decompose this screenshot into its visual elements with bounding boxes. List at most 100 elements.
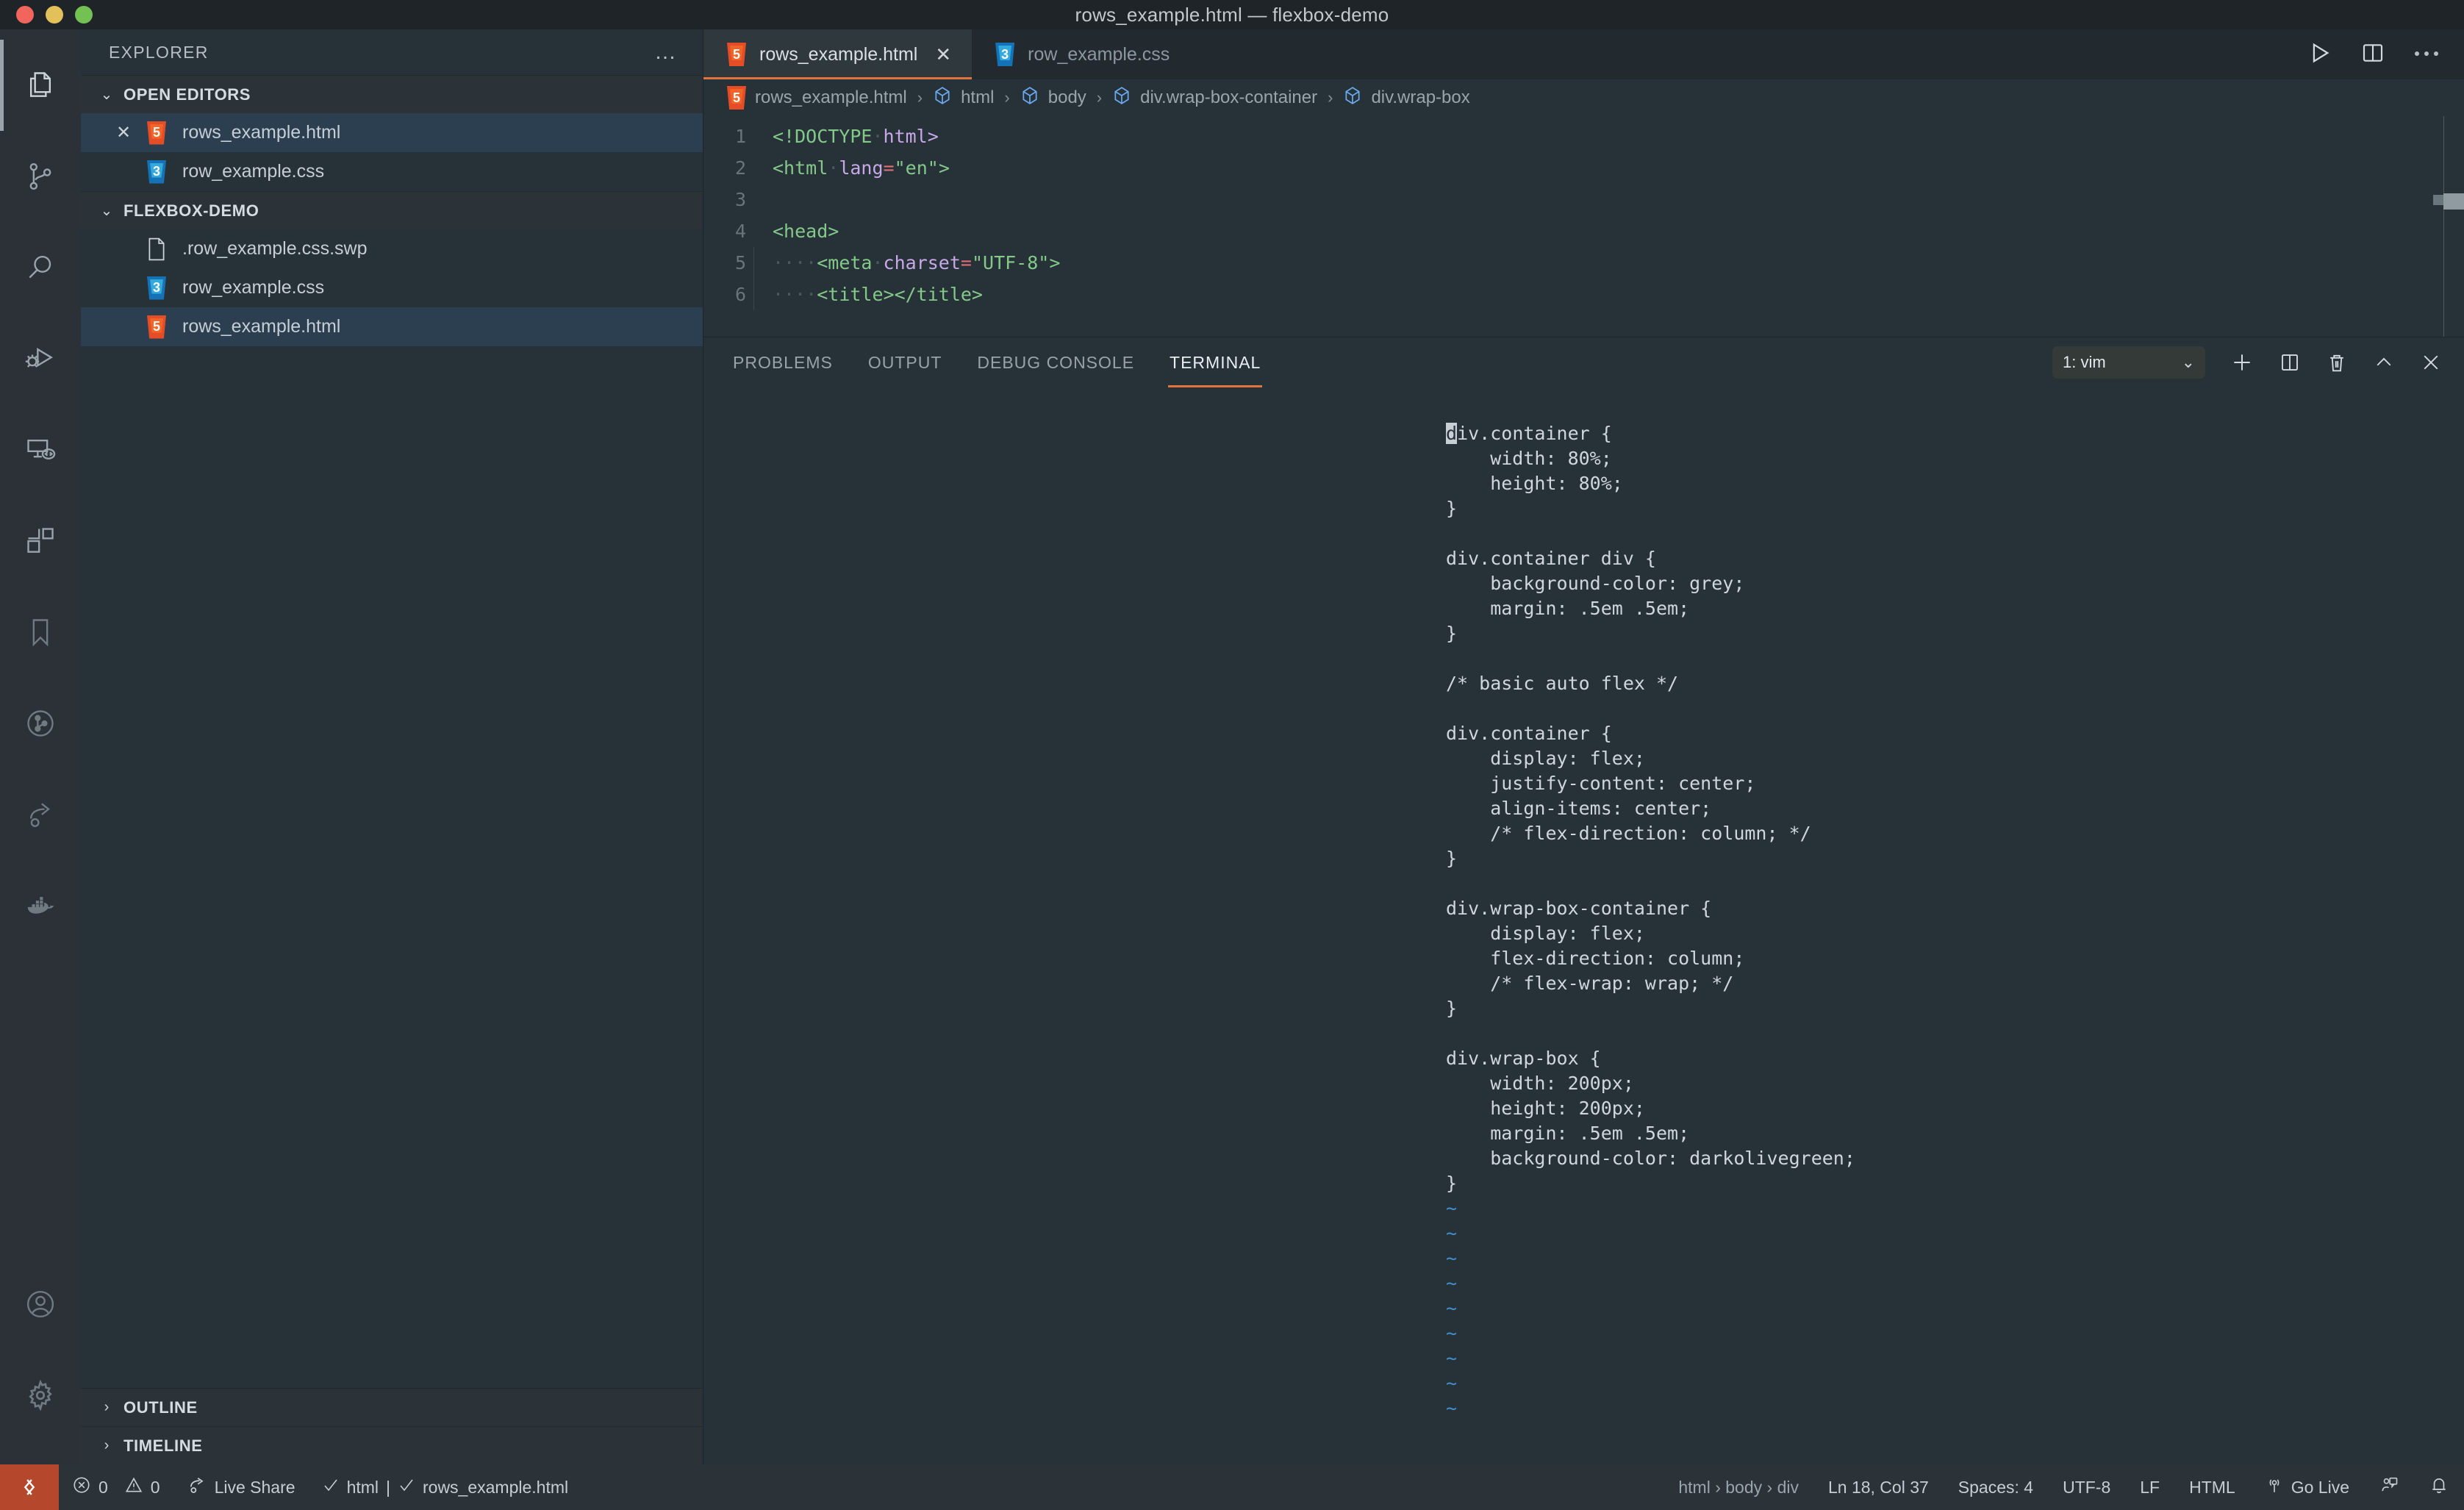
- remote-indicator-icon[interactable]: [0, 1464, 59, 1510]
- terminal-line: ~: [1446, 1398, 1458, 1419]
- breadcrumb-item-wrap-box-container[interactable]: div.wrap-box-container: [1112, 86, 1317, 110]
- editor-scrollbar[interactable]: [2433, 116, 2464, 337]
- ellipsis-icon[interactable]: [2414, 48, 2439, 61]
- activity-item-docker[interactable]: [0, 860, 81, 951]
- section-flexbox-demo[interactable]: ⌄ FLEXBOX-DEMO: [81, 191, 703, 229]
- activity-item-remote-explorer[interactable]: [0, 404, 81, 495]
- terminal-selector-dropdown[interactable]: 1: vim ⌄: [2052, 346, 2205, 379]
- terminal-line: ~: [1446, 1248, 1458, 1269]
- status-badge-problems[interactable]: 0 0: [59, 1464, 173, 1510]
- split-icon[interactable]: [2279, 351, 2301, 373]
- status-feedback[interactable]: [2364, 1464, 2414, 1510]
- list-item[interactable]: ✕ 5 rows_example.html: [81, 113, 703, 152]
- panel-tab-terminal[interactable]: TERMINAL: [1168, 337, 1263, 387]
- breadcrumb-item-body[interactable]: body: [1020, 86, 1086, 110]
- extensions-icon: [24, 525, 57, 557]
- list-item-label: row_example.css: [182, 277, 325, 298]
- terminal-line: }: [1446, 1173, 1458, 1194]
- scrollbar-thumb[interactable]: [2443, 193, 2464, 210]
- trash-icon[interactable]: [2326, 351, 2348, 373]
- section-open-editors[interactable]: ⌄ OPEN EDITORS: [81, 75, 703, 113]
- code-line: 6 ····<title></title>: [703, 279, 2464, 310]
- line-number: 6: [734, 284, 746, 305]
- panel-tab-debug-console[interactable]: DEBUG CONSOLE: [975, 337, 1136, 387]
- chevron-up-icon[interactable]: [2373, 351, 2395, 373]
- list-item-label: .row_example.css.swp: [182, 238, 368, 259]
- list-item[interactable]: 5 rows_example.html: [81, 307, 703, 346]
- terminal-line: width: 200px;: [1446, 1073, 1634, 1094]
- panel-tab-problems[interactable]: PROBLEMS: [731, 337, 834, 387]
- panel-tabs: PROBLEMS OUTPUT DEBUG CONSOLE TERMINAL: [731, 337, 1263, 387]
- activity-item-search[interactable]: [0, 222, 81, 313]
- bottom-panel: PROBLEMS OUTPUT DEBUG CONSOLE TERMINAL 1: v…: [703, 337, 2464, 1464]
- code-token: =: [883, 157, 895, 179]
- chevron-down-icon: ⌄: [100, 87, 113, 103]
- editor-actions: [2307, 29, 2464, 79]
- status-html-validation[interactable]: html | rows_example.html: [309, 1464, 582, 1510]
- status-live-share[interactable]: Live Share: [173, 1464, 309, 1510]
- activity-item-live-share[interactable]: [0, 769, 81, 860]
- activity-item-accounts[interactable]: [0, 1259, 81, 1350]
- status-notifications[interactable]: [2414, 1464, 2464, 1510]
- activity-item-explorer[interactable]: [0, 40, 81, 131]
- section-label: OPEN EDITORS: [123, 85, 251, 104]
- list-item-label: rows_example.html: [182, 316, 341, 337]
- section-outline[interactable]: › OUTLINE: [81, 1388, 703, 1426]
- breadcrumb-item-wrap-box[interactable]: div.wrap-box: [1343, 86, 1470, 110]
- list-item[interactable]: 3 row_example.css: [81, 152, 703, 191]
- activity-item-extensions[interactable]: [0, 495, 81, 587]
- list-item[interactable]: .row_example.css.swp: [81, 229, 703, 268]
- breadcrumb-item-html[interactable]: html: [933, 86, 994, 110]
- terminal-line: }: [1446, 848, 1458, 869]
- ellipsis-icon[interactable]: …: [654, 41, 678, 63]
- panel-tab-output[interactable]: OUTPUT: [867, 337, 944, 387]
- close-icon[interactable]: ✕: [935, 43, 951, 66]
- code-token: <head>: [773, 221, 839, 242]
- terminal-line: /* flex-wrap: wrap; */: [1446, 973, 1734, 994]
- breadcrumb-separator: ›: [917, 88, 923, 107]
- play-icon[interactable]: [2307, 40, 2332, 69]
- status-indentation[interactable]: Spaces: 4: [1944, 1464, 2048, 1510]
- status-eol[interactable]: LF: [2125, 1464, 2174, 1510]
- list-item[interactable]: 3 row_example.css: [81, 268, 703, 307]
- activity-item-bookmarks[interactable]: [0, 587, 81, 678]
- status-go-live[interactable]: Go Live: [2250, 1464, 2364, 1510]
- bookmark-icon: [24, 616, 57, 648]
- status-html-label: html: [346, 1477, 379, 1497]
- tab-row-example-css[interactable]: 3 row_example.css: [972, 29, 1190, 79]
- activity-item-git-graph[interactable]: [0, 678, 81, 769]
- tab-label: row_example.css: [1028, 43, 1170, 65]
- close-icon[interactable]: ✕: [107, 122, 140, 143]
- split-editor-icon[interactable]: [2361, 41, 2385, 68]
- activity-item-run-and-debug[interactable]: [0, 313, 81, 404]
- breadcrumb-separator: ›: [1004, 88, 1010, 107]
- status-encoding[interactable]: UTF-8: [2048, 1464, 2125, 1510]
- line-number: 2: [734, 157, 746, 179]
- terminal-line: ~: [1446, 1348, 1458, 1369]
- code-line: 2 <html·lang="en">: [703, 152, 2464, 184]
- terminal-output[interactable]: div.container { width: 80%; height: 80%;…: [703, 387, 2464, 1464]
- tab-bar: 5 rows_example.html ✕ 3 row_example.css: [703, 29, 2464, 79]
- section-timeline[interactable]: › TIMELINE: [81, 1426, 703, 1464]
- code-editor[interactable]: 1 <!DOCTYPE·html> 2 <html·lang="en"> 3 4 <head…: [703, 116, 2464, 337]
- activity-item-source-control[interactable]: [0, 131, 81, 222]
- terminal-line: ~: [1446, 1273, 1458, 1294]
- tab-rows-example-html[interactable]: 5 rows_example.html ✕: [703, 29, 973, 79]
- terminal-line: }: [1446, 998, 1458, 1019]
- status-language-mode[interactable]: HTML: [2174, 1464, 2250, 1510]
- list-item-label: rows_example.html: [182, 122, 341, 143]
- plus-icon[interactable]: [2230, 351, 2254, 374]
- status-right: html › body › div Ln 18, Col 37 Spaces: …: [1663, 1464, 2464, 1510]
- chevron-right-icon: ›: [104, 1399, 110, 1415]
- terminal-line: div.wrap-box-container {: [1446, 898, 1712, 919]
- breadcrumb-item-file[interactable]: 5 rows_example.html: [727, 86, 907, 110]
- activity-item-settings[interactable]: [0, 1350, 81, 1441]
- code-line: 1 <!DOCTYPE·html>: [703, 121, 2464, 152]
- terminal-line: /* basic auto flex */: [1446, 673, 1679, 694]
- files-icon: [24, 69, 57, 101]
- status-cursor-position[interactable]: Ln 18, Col 37: [1813, 1464, 1944, 1510]
- close-icon[interactable]: [2420, 351, 2442, 373]
